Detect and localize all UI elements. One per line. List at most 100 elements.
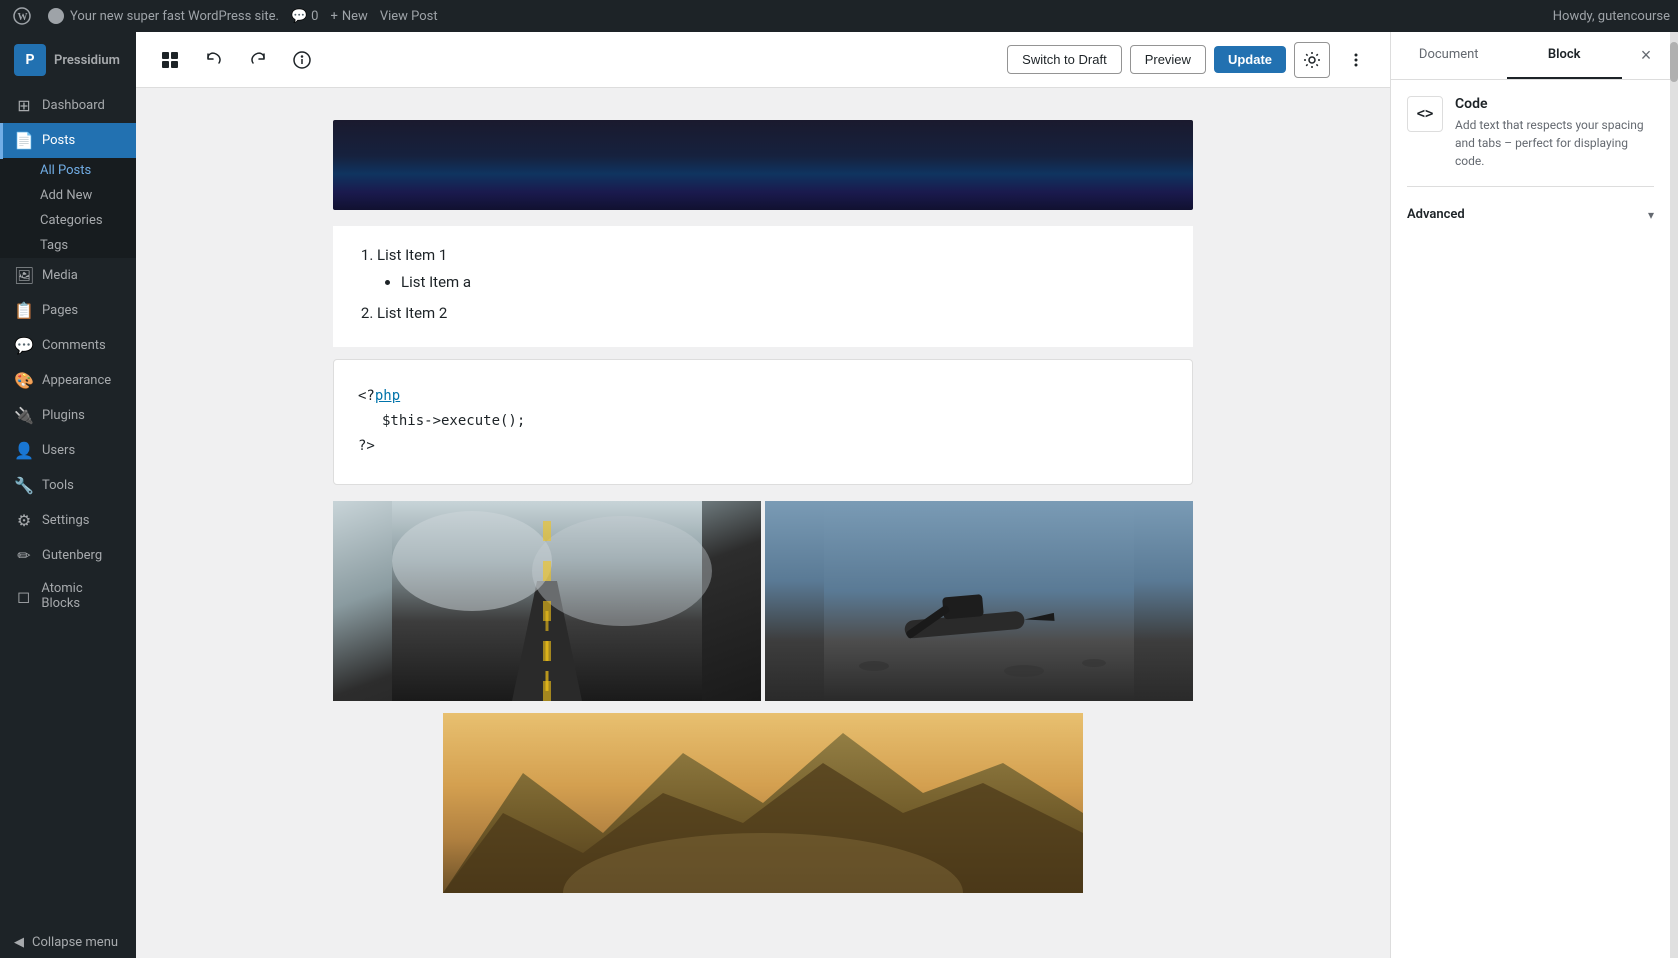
- block-title: Code: [1455, 96, 1654, 112]
- more-button[interactable]: [1338, 42, 1374, 78]
- sidebar-item-dashboard[interactable]: ⊞ Dashboard: [0, 88, 136, 123]
- panel-close-button[interactable]: ×: [1622, 32, 1670, 79]
- sidebar-item-atomic-blocks[interactable]: ◻ Atomic Blocks: [0, 573, 136, 619]
- site-name: Your new super fast WordPress site.: [70, 9, 279, 24]
- media-icon: 🖼: [14, 266, 34, 285]
- sidebar-label-dashboard: Dashboard: [42, 98, 105, 113]
- gallery-image-mountain: [333, 713, 1193, 897]
- gallery-grid: [333, 501, 1193, 701]
- sidebar-label-appearance: Appearance: [42, 373, 111, 388]
- comments-count: 0: [311, 9, 318, 24]
- submenu-categories[interactable]: Categories: [0, 208, 136, 233]
- code-block[interactable]: <?php $this->execute(); ?>: [333, 359, 1193, 485]
- submenu-all-posts[interactable]: All Posts: [0, 158, 136, 183]
- sidebar-item-posts[interactable]: 📄 Posts: [0, 123, 136, 158]
- code-line-execute: $this->execute();: [358, 409, 1168, 434]
- wp-logo-icon[interactable]: W: [8, 7, 36, 25]
- list-item-1: List Item 1 List Item a: [377, 242, 1169, 296]
- settings-button[interactable]: [1294, 42, 1330, 78]
- panel-scrollbar[interactable]: [1670, 32, 1678, 958]
- block-description: Add text that respects your spacing and …: [1455, 116, 1654, 170]
- settings-icon: ⚙: [14, 511, 34, 530]
- pages-icon: 📋: [14, 301, 34, 320]
- block-info: <> Code Add text that respects your spac…: [1407, 96, 1654, 170]
- sidebar-item-gutenberg[interactable]: ✏ Gutenberg: [0, 538, 136, 573]
- tools-icon: 🔧: [14, 476, 34, 495]
- list-block[interactable]: List Item 1 List Item a List Item 2: [333, 226, 1193, 347]
- submenu-add-new[interactable]: Add New: [0, 183, 136, 208]
- sidebar-item-appearance[interactable]: 🎨 Appearance: [0, 363, 136, 398]
- advanced-header[interactable]: Advanced ▾: [1407, 199, 1654, 230]
- view-post-link[interactable]: View Post: [380, 9, 438, 24]
- block-details: Code Add text that respects your spacing…: [1455, 96, 1654, 170]
- switch-draft-button[interactable]: Switch to Draft: [1007, 45, 1122, 74]
- panel-scroll-thumb[interactable]: [1670, 42, 1678, 82]
- sidebar-item-comments[interactable]: 💬 Comments: [0, 328, 136, 363]
- comments-link[interactable]: 💬 0: [291, 9, 319, 24]
- redo-button[interactable]: [240, 42, 276, 78]
- editor-canvas: List Item 1 List Item a List Item 2 <?ph…: [333, 120, 1193, 926]
- atomic-blocks-icon: ◻: [14, 587, 33, 606]
- new-menu[interactable]: + New: [330, 9, 367, 24]
- svg-text:W: W: [18, 12, 28, 23]
- main-layout: P Pressidium ⊞ Dashboard 📄 Posts All Pos…: [0, 32, 1678, 958]
- sidebar-label-media: Media: [42, 268, 78, 283]
- plus-icon: +: [330, 9, 337, 24]
- sidebar-label-comments: Comments: [42, 338, 106, 353]
- code-line-php: <?php: [358, 388, 400, 404]
- sidebar-item-tools[interactable]: 🔧 Tools: [0, 468, 136, 503]
- site-info[interactable]: Your new super fast WordPress site.: [48, 8, 279, 24]
- tab-document[interactable]: Document: [1391, 32, 1507, 79]
- sidebar-label-users: Users: [42, 443, 75, 458]
- sidebar-label-pages: Pages: [42, 303, 78, 318]
- brand: P Pressidium: [0, 32, 136, 88]
- comments-icon: 💬: [291, 9, 307, 24]
- sidebar-label-posts: Posts: [42, 133, 75, 148]
- sidebar: P Pressidium ⊞ Dashboard 📄 Posts All Pos…: [0, 32, 136, 958]
- brand-name: Pressidium: [54, 53, 120, 68]
- sidebar-label-plugins: Plugins: [42, 408, 85, 423]
- users-icon: 👤: [14, 441, 34, 460]
- brand-icon: P: [14, 44, 46, 76]
- dashboard-icon: ⊞: [14, 96, 34, 115]
- sidebar-label-gutenberg: Gutenberg: [42, 548, 102, 563]
- sidebar-item-media[interactable]: 🖼 Media: [0, 258, 136, 293]
- dark-image-block: [333, 120, 1193, 210]
- advanced-section: Advanced ▾: [1407, 186, 1654, 230]
- gallery-image-road: [333, 501, 761, 701]
- update-button[interactable]: Update: [1214, 46, 1286, 73]
- site-icon: [48, 8, 64, 24]
- undo-button[interactable]: [196, 42, 232, 78]
- editor-content[interactable]: List Item 1 List Item a List Item 2 <?ph…: [136, 88, 1390, 958]
- collapse-label: Collapse menu: [32, 935, 118, 950]
- sidebar-item-settings[interactable]: ⚙ Settings: [0, 503, 136, 538]
- comments-icon: 💬: [14, 336, 34, 355]
- posts-icon: 📄: [14, 131, 34, 150]
- plugins-icon: 🔌: [14, 406, 34, 425]
- editor-area: Switch to Draft Preview Update: [136, 32, 1390, 958]
- panel-tabs: Document Block ×: [1391, 32, 1670, 80]
- sidebar-item-plugins[interactable]: 🔌 Plugins: [0, 398, 136, 433]
- advanced-label: Advanced: [1407, 207, 1465, 222]
- posts-submenu: All Posts Add New Categories Tags: [0, 158, 136, 258]
- admin-bar: W Your new super fast WordPress site. 💬 …: [0, 0, 1678, 32]
- panel-content: <> Code Add text that respects your spac…: [1391, 80, 1670, 958]
- tab-block[interactable]: Block: [1507, 32, 1623, 79]
- right-panel: Document Block × <> Code Add text that r…: [1390, 32, 1670, 958]
- submenu-tags[interactable]: Tags: [0, 233, 136, 258]
- advanced-chevron-icon: ▾: [1648, 208, 1654, 222]
- block-icon: <>: [1407, 96, 1443, 132]
- sidebar-item-users[interactable]: 👤 Users: [0, 433, 136, 468]
- add-block-button[interactable]: [152, 42, 188, 78]
- sidebar-label-settings: Settings: [42, 513, 89, 528]
- toolbar-right: Switch to Draft Preview Update: [1007, 42, 1374, 78]
- gallery-image-wreck: [765, 501, 1193, 701]
- info-button[interactable]: [284, 42, 320, 78]
- sidebar-item-pages[interactable]: 📋 Pages: [0, 293, 136, 328]
- gutenberg-icon: ✏: [14, 546, 34, 565]
- list-item-a: List Item a: [401, 269, 1169, 296]
- collapse-menu[interactable]: ◀ Collapse menu: [0, 927, 136, 958]
- editor-toolbar: Switch to Draft Preview Update: [136, 32, 1390, 88]
- preview-button[interactable]: Preview: [1130, 45, 1206, 74]
- admin-greeting: Howdy, gutencourse: [1553, 9, 1670, 24]
